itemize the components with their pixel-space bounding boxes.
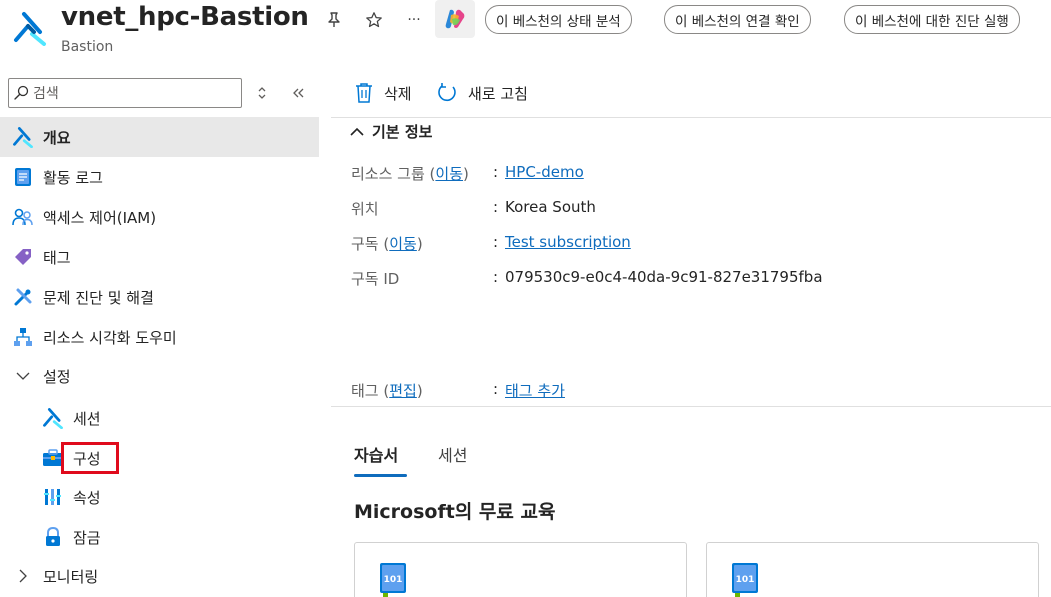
sidebar-item-label: 속성 <box>73 488 101 507</box>
trash-icon <box>354 82 374 104</box>
refresh-button[interactable]: 새로 고침 <box>436 80 528 106</box>
sidebar-item-label: 모니터링 <box>43 567 99 586</box>
search-icon <box>14 85 29 100</box>
pin-icon <box>328 12 340 27</box>
more-icon: ··· <box>407 12 421 28</box>
lock-icon <box>42 526 64 548</box>
properties-icon <box>42 486 64 508</box>
session-icon <box>42 407 64 429</box>
copilot-icon <box>445 9 465 29</box>
toolbar-divider <box>331 117 1051 118</box>
iam-icon <box>12 206 34 228</box>
check-connectivity-button[interactable]: 이 베스천의 연결 확인 <box>664 5 811 34</box>
sidebar-item-configuration[interactable]: 구성 <box>0 438 319 478</box>
sidebar-group-monitoring[interactable]: 모니터링 <box>0 556 319 596</box>
sidebar-item-label: 설정 <box>43 367 71 386</box>
move-subscription-link[interactable]: 이동 <box>389 235 417 253</box>
tutorial-card[interactable]: 101 <box>354 542 687 597</box>
refresh-icon <box>436 82 458 104</box>
sidebar-item-sessions[interactable]: 세션 <box>0 398 319 438</box>
delete-button[interactable]: 삭제 <box>354 80 412 106</box>
pin-button[interactable] <box>322 8 346 32</box>
diagnose-icon <box>12 286 34 308</box>
sidebar-item-overview[interactable]: 개요 <box>0 117 319 157</box>
active-tab-indicator <box>354 474 407 477</box>
resource-group-link[interactable]: HPC-demo <box>505 163 584 184</box>
sidebar-item-label: 활동 로그 <box>43 168 103 187</box>
move-resource-group-link[interactable]: 이동 <box>435 165 463 183</box>
sidebar-item-label: 태그 <box>43 248 71 267</box>
sidebar-item-label: 리소스 시각화 도우미 <box>43 328 177 347</box>
expand-collapse-button[interactable] <box>252 83 272 103</box>
resource-type: Bastion <box>61 39 114 55</box>
tags-label: 태그 <box>351 382 379 400</box>
sidebar-item-diagnose[interactable]: 문제 진단 및 해결 <box>0 277 319 317</box>
double-chevron-left-icon <box>293 88 304 98</box>
chevron-up-icon <box>350 127 364 136</box>
sidebar-search[interactable]: 검색 <box>8 78 242 108</box>
essentials-toggle[interactable]: 기본 정보 <box>350 121 432 142</box>
tab-sessions[interactable]: 세션 <box>438 442 467 466</box>
visualizer-icon <box>12 326 34 348</box>
learning-book-icon: 101 <box>380 563 406 597</box>
sidebar-group-settings[interactable]: 설정 <box>0 356 319 396</box>
essentials-subscription-id: 구독 ID : 079530c9-e0c4-40da-9c91-827e3179… <box>351 268 823 288</box>
analyze-health-button[interactable]: 이 베스천의 상태 분석 <box>485 5 632 34</box>
collapse-sidebar-button[interactable] <box>289 83 309 103</box>
essentials-divider <box>331 406 1051 407</box>
chevron-right-icon <box>12 569 34 583</box>
essentials-tags: 태그 (편집) : 태그 추가 <box>351 380 565 401</box>
star-icon <box>366 12 382 28</box>
subscription-id-label: 구독 ID <box>351 270 400 288</box>
learning-book-icon: 101 <box>732 563 758 597</box>
sidebar-item-tags[interactable]: 태그 <box>0 237 319 277</box>
tutorial-card[interactable]: 101 <box>706 542 1039 597</box>
resource-group-label: 리소스 그룹 <box>351 165 425 183</box>
refresh-label: 새로 고침 <box>468 84 528 103</box>
tab-tutorials[interactable]: 자습서 <box>354 442 398 466</box>
sidebar-item-properties[interactable]: 속성 <box>0 477 319 517</box>
sidebar-item-activity-log[interactable]: 활동 로그 <box>0 157 319 197</box>
sidebar-item-label: 액세스 제어(IAM) <box>43 208 157 227</box>
page-title: vnet_hpc-Bastion <box>61 2 309 32</box>
essentials-subscription: 구독 (이동) : Test subscription <box>351 233 631 254</box>
sidebar-item-label: 문제 진단 및 해결 <box>43 288 154 307</box>
essentials-location: 위치 : Korea South <box>351 198 596 218</box>
sidebar-item-label: 잠금 <box>73 528 101 547</box>
sidebar-item-label: 개요 <box>43 128 71 147</box>
sort-icon <box>258 87 266 99</box>
more-button[interactable]: ··· <box>402 8 426 32</box>
add-tags-link[interactable]: 태그 추가 <box>505 380 565 401</box>
essentials-resource-group: 리소스 그룹 (이동) : HPC-demo <box>351 163 584 184</box>
tag-icon <box>12 246 34 268</box>
bastion-icon <box>12 126 34 148</box>
delete-label: 삭제 <box>384 84 412 103</box>
location-value: Korea South <box>505 198 596 216</box>
location-label: 위치 <box>351 200 379 218</box>
learn-section-title: Microsoft의 무료 교육 <box>354 501 556 523</box>
sidebar-item-resource-visualizer[interactable]: 리소스 시각화 도우미 <box>0 317 319 357</box>
essentials-heading: 기본 정보 <box>372 123 433 141</box>
chevron-down-icon <box>12 371 34 381</box>
activity-log-icon <box>12 166 34 188</box>
search-input[interactable]: 검색 <box>33 83 59 103</box>
copilot-button[interactable] <box>435 0 475 38</box>
page-header: vnet_hpc-Bastion Bastion ··· 이 베스천의 상태 분… <box>0 0 1051 62</box>
edit-tags-link[interactable]: 편집 <box>389 382 417 400</box>
card-badge: 101 <box>736 575 755 585</box>
sidebar-item-locks[interactable]: 잠금 <box>0 517 319 557</box>
subscription-label: 구독 <box>351 235 379 253</box>
subscription-link[interactable]: Test subscription <box>505 233 631 254</box>
favorite-button[interactable] <box>362 8 386 32</box>
highlight-box <box>61 442 119 474</box>
bastion-icon <box>14 12 46 46</box>
sidebar-item-label: 세션 <box>73 409 101 428</box>
subscription-id-value: 079530c9-e0c4-40da-9c91-827e31795fba <box>505 268 823 286</box>
run-diagnostics-button[interactable]: 이 베스천에 대한 진단 실행 <box>844 5 1020 34</box>
card-badge: 101 <box>384 575 403 585</box>
sidebar-item-iam[interactable]: 액세스 제어(IAM) <box>0 197 319 237</box>
